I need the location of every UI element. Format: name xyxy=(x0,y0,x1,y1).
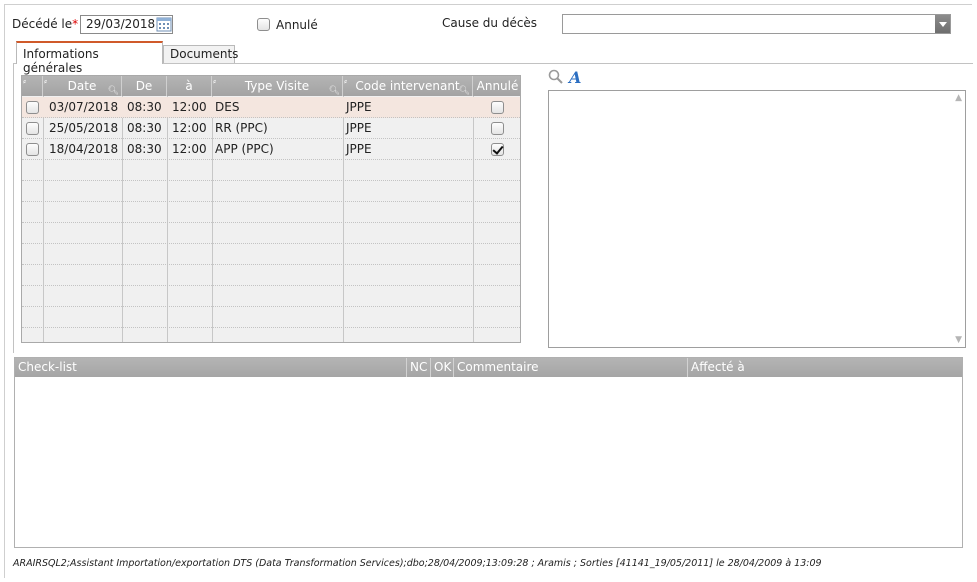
cell-a: 12:00 xyxy=(172,142,207,156)
row-select-checkbox[interactable] xyxy=(26,122,39,135)
notes-textarea[interactable]: ▲ ▼ xyxy=(548,90,966,348)
cell-type-visite: APP (PPC) xyxy=(215,142,274,156)
deces-label: Décédé le* xyxy=(12,17,79,31)
empty-row xyxy=(22,265,520,286)
sort-icon: ⸗ xyxy=(44,77,47,87)
cell-de: 08:30 xyxy=(127,100,162,114)
table-row[interactable]: 25/05/2018 08:30 12:00 RR (PPC) JPPE xyxy=(22,118,520,139)
col-header-code-intervenant[interactable]: ⸗ Code intervenant 🔍︎ xyxy=(343,76,473,96)
row-select-checkbox[interactable] xyxy=(26,143,39,156)
cell-de: 08:30 xyxy=(127,121,162,135)
col-header-check-list[interactable]: Check-list xyxy=(15,358,407,377)
cell-code-intervenant: JPPE xyxy=(346,100,372,114)
empty-row xyxy=(22,244,520,265)
chevron-down-icon[interactable] xyxy=(935,15,950,33)
checklist-header: Check-list NC OK Commentaire Affecté à xyxy=(15,358,962,377)
col-header-select[interactable]: ⸗ xyxy=(22,76,43,96)
visits-grid: ⸗ ⸗ Date 🔍︎ De à ⸗ Type Visite 🔍︎ ⸗ Code inte… xyxy=(21,75,521,343)
cause-deces-label: Cause du décès xyxy=(442,16,538,30)
empty-row xyxy=(22,181,520,202)
checklist-table: Check-list NC OK Commentaire Affecté à xyxy=(14,357,963,548)
cell-type-visite: RR (PPC) xyxy=(215,121,268,135)
empty-row xyxy=(22,286,520,307)
col-header-type-visite[interactable]: ⸗ Type Visite 🔍︎ xyxy=(212,76,343,96)
cell-date: 25/05/2018 xyxy=(49,121,119,135)
cell-code-intervenant: JPPE xyxy=(346,121,372,135)
annule-label: Annulé xyxy=(276,18,318,32)
sort-icon: ⸗ xyxy=(23,77,26,87)
annule-checkbox[interactable] xyxy=(257,18,270,31)
calendar-icon[interactable] xyxy=(156,16,172,32)
row-annule-checkbox[interactable] xyxy=(491,122,504,135)
col-header-date[interactable]: ⸗ Date 🔍︎ xyxy=(43,76,122,96)
sort-icon: ⸗ xyxy=(344,77,347,87)
cell-type-visite: DES xyxy=(215,100,240,114)
cell-de: 08:30 xyxy=(127,142,162,156)
col-header-commentaire[interactable]: Commentaire xyxy=(454,358,688,377)
cell-a: 12:00 xyxy=(172,100,207,114)
cell-code-intervenant: JPPE xyxy=(346,142,372,156)
table-row[interactable]: 18/04/2018 08:30 12:00 APP (PPC) JPPE xyxy=(22,139,520,160)
scroll-down-icon[interactable]: ▼ xyxy=(955,335,962,345)
empty-row xyxy=(22,160,520,181)
required-mark: * xyxy=(72,17,79,31)
sort-icon: ⸗ xyxy=(213,77,216,87)
tab-informations-generales[interactable]: Informations générales xyxy=(16,41,163,75)
cause-deces-select[interactable] xyxy=(562,14,951,34)
empty-row xyxy=(22,307,520,328)
col-header-affecte-a[interactable]: Affecté à xyxy=(688,358,962,377)
audit-footer: ARAIRSQL2;Assistant Importation/exportat… xyxy=(13,558,822,569)
table-row[interactable]: 03/07/2018 08:30 12:00 DES JPPE xyxy=(22,97,520,118)
cell-date: 03/07/2018 xyxy=(49,100,119,114)
col-header-de[interactable]: De xyxy=(122,76,167,96)
col-header-ok[interactable]: OK xyxy=(431,358,454,377)
cell-a: 12:00 xyxy=(172,121,207,135)
font-style-icon[interactable]: A xyxy=(569,68,581,87)
col-header-annule[interactable]: Annulé xyxy=(473,76,520,96)
row-select-checkbox[interactable] xyxy=(26,101,39,114)
grid-header: ⸗ ⸗ Date 🔍︎ De à ⸗ Type Visite 🔍︎ ⸗ Code inte… xyxy=(22,76,520,96)
scroll-up-icon[interactable]: ▲ xyxy=(955,93,962,103)
col-header-a[interactable]: à xyxy=(167,76,212,96)
empty-row xyxy=(22,328,520,342)
tab-documents[interactable]: Documents xyxy=(163,45,238,63)
cell-date: 18/04/2018 xyxy=(49,142,119,156)
empty-row xyxy=(22,223,520,244)
empty-row xyxy=(22,202,520,223)
col-header-nc[interactable]: NC xyxy=(407,358,431,377)
row-annule-checkbox[interactable] xyxy=(491,143,504,156)
row-annule-checkbox[interactable] xyxy=(491,101,504,114)
magnifier-icon[interactable] xyxy=(548,69,564,85)
